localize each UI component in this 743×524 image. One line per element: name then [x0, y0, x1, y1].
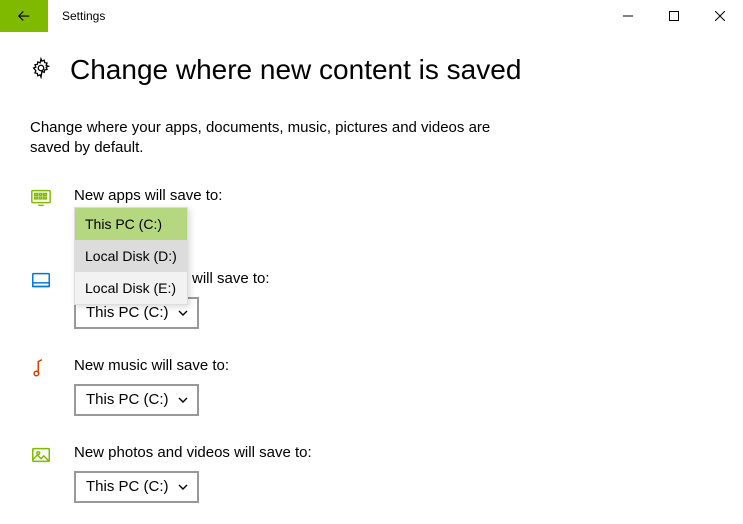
music-label: New music will save to:	[74, 357, 713, 374]
window-title: Settings	[48, 0, 105, 32]
minimize-button[interactable]	[605, 0, 651, 32]
maximize-button[interactable]	[651, 0, 697, 32]
apps-dropdown-menu: This PC (C:) Local Disk (D:) Local Disk …	[74, 207, 188, 305]
maximize-icon	[669, 11, 679, 21]
page-description: Change where your apps, documents, music…	[30, 118, 510, 159]
back-arrow-icon	[15, 7, 33, 25]
apps-label: New apps will save to:	[74, 187, 713, 204]
music-dropdown[interactable]: This PC (C:)	[74, 384, 199, 416]
minimize-icon	[623, 11, 633, 21]
apps-icon	[30, 187, 52, 209]
section-music: New music will save to: This PC (C:)	[30, 357, 713, 416]
dropdown-option[interactable]: This PC (C:)	[75, 208, 187, 240]
page-title: Change where new content is saved	[70, 54, 521, 86]
documents-icon	[30, 270, 52, 292]
titlebar: Settings	[0, 0, 743, 32]
content: Change where new content is saved Change…	[0, 32, 743, 503]
section-photos: New photos and videos will save to: This…	[30, 444, 713, 503]
back-button[interactable]	[0, 0, 48, 32]
dropdown-option[interactable]: Local Disk (E:)	[75, 272, 187, 304]
photos-dropdown[interactable]: This PC (C:)	[74, 471, 199, 503]
close-icon	[715, 11, 725, 21]
dropdown-value: This PC (C:)	[86, 478, 169, 495]
dropdown-value: This PC (C:)	[86, 391, 169, 408]
chevron-down-icon	[177, 307, 189, 319]
dropdown-value: This PC (C:)	[86, 304, 169, 321]
chevron-down-icon	[177, 394, 189, 406]
page-header: Change where new content is saved	[30, 54, 713, 86]
photos-icon	[30, 444, 52, 466]
chevron-down-icon	[177, 481, 189, 493]
photos-label: New photos and videos will save to:	[74, 444, 713, 461]
music-icon	[30, 357, 52, 379]
dropdown-option[interactable]: Local Disk (D:)	[75, 240, 187, 272]
section-apps: New apps will save to: This PC (C:) Loca…	[30, 187, 713, 214]
gear-icon	[30, 57, 52, 84]
close-button[interactable]	[697, 0, 743, 32]
